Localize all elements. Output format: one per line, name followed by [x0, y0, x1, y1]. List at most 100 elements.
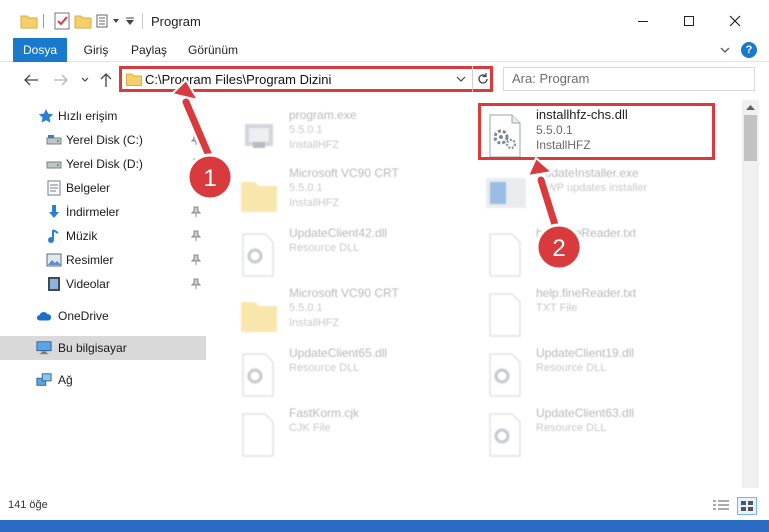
refresh-button[interactable] [472, 66, 493, 92]
file-name: UpdateClient63.dll [536, 406, 635, 420]
up-button[interactable] [96, 71, 116, 89]
window-title: Program [151, 14, 201, 29]
expand-ribbon-icon[interactable] [718, 43, 732, 57]
sidebar-item-downloads[interactable]: İndirmeler [0, 200, 206, 224]
sidebar-item-label: Yerel Disk (C:) [66, 133, 143, 147]
scroll-up-icon[interactable] [746, 104, 755, 110]
tab-share[interactable]: Paylaş [131, 38, 167, 62]
view-options-icon[interactable] [96, 12, 122, 30]
dll-gear-icon [237, 230, 281, 278]
network-icon [36, 372, 52, 388]
pin-icon [190, 158, 202, 170]
back-button[interactable] [20, 71, 42, 89]
search-input[interactable] [512, 71, 742, 86]
file-name: Microsoft VC90 CRT [289, 286, 399, 300]
scrollbar-thumb[interactable] [744, 115, 757, 161]
list-item[interactable]: UpdateClient19.dll Resource DLL [484, 346, 720, 402]
address-bar[interactable]: C:\Program Files\Program Dizini [119, 66, 493, 92]
drive-icon [46, 132, 62, 148]
large-icons-view-icon[interactable] [737, 497, 757, 515]
new-folder-icon[interactable] [74, 12, 92, 30]
sidebar-item-label: Resimler [66, 253, 114, 267]
download-icon [46, 204, 62, 220]
quick-access-separator [43, 12, 45, 30]
file-company: InstallHFZ [289, 139, 340, 151]
title-bar: Program [0, 0, 769, 40]
sidebar-item-local-disk-c[interactable]: Yerel Disk (C:) [0, 128, 206, 152]
drive-icon [46, 156, 62, 172]
sidebar-item-videos[interactable]: Videolar [0, 272, 206, 296]
chevron-down-icon[interactable] [455, 73, 467, 85]
sidebar-item-local-disk-d[interactable]: Yerel Disk (D:) [0, 152, 206, 176]
pin-icon [190, 254, 202, 266]
pin-icon [190, 230, 202, 242]
list-item[interactable]: UpdateClient42.dll Resource DLL [237, 226, 473, 282]
file-description: Resource DLL [289, 362, 360, 374]
recent-locations-button[interactable] [78, 71, 92, 89]
tab-home[interactable]: Giriş [82, 38, 110, 62]
folder-icon [126, 73, 142, 86]
address-path[interactable]: C:\Program Files\Program Dizini [145, 72, 331, 87]
search-box[interactable] [503, 67, 755, 91]
folder-icon [237, 290, 281, 338]
folder-icon [237, 170, 281, 218]
sidebar-item-label: Müzik [66, 229, 98, 243]
pin-icon [190, 182, 202, 194]
list-item[interactable]: Microsoft VC90 CRT 5.5.0.1 InstallHFZ [237, 166, 473, 222]
videos-icon [46, 276, 62, 292]
tab-view[interactable]: Görünüm [188, 38, 238, 62]
list-item[interactable]: UpdateClient63.dll Resource DLL [484, 406, 720, 462]
close-button[interactable] [716, 8, 754, 34]
sidebar-item-music[interactable]: Müzik [0, 224, 206, 248]
title-divider [142, 13, 143, 29]
generic-file-icon [237, 410, 281, 458]
ribbon-tabs: Dosya Giriş Paylaş Görünüm ? [0, 38, 769, 62]
sidebar-item-pictures[interactable]: Resimler [0, 248, 206, 272]
dll-gear-icon [237, 350, 281, 398]
list-item[interactable]: UpdateInstaller.exe WWP updates installe… [484, 166, 720, 222]
file-company: InstallHFZ [289, 317, 340, 329]
file-description: CJK File [289, 422, 331, 434]
sidebar-item-label: Bu bilgisayar [58, 341, 127, 355]
star-icon [38, 108, 54, 124]
file-name: UpdateClient19.dll [536, 346, 635, 360]
vertical-scrollbar[interactable] [742, 100, 759, 488]
details-view-icon[interactable] [712, 498, 730, 514]
folder-icon[interactable] [20, 12, 38, 30]
help-icon[interactable]: ? [741, 42, 757, 58]
list-item[interactable]: Microsoft VC90 CRT 5.5.0.1 InstallHFZ [237, 286, 473, 342]
exe-icon [237, 112, 281, 160]
sidebar-item-documents[interactable]: Belgeler [0, 176, 206, 200]
list-item[interactable]: FastKorm.cjk CJK File [237, 406, 473, 462]
properties-icon[interactable] [54, 12, 70, 30]
installer-icon [484, 170, 528, 218]
list-item[interactable]: UpdateClient65.dll Resource DLL [237, 346, 473, 402]
file-description: WWP updates installer [536, 182, 648, 194]
sidebar-item-this-pc[interactable]: Bu bilgisayar [0, 336, 206, 360]
sidebar-item-label: Yerel Disk (D:) [66, 157, 143, 171]
sidebar-item-network[interactable]: Ağ [0, 368, 206, 392]
file-version: 5.5.0.1 [289, 302, 323, 314]
tab-file[interactable]: Dosya [13, 38, 67, 62]
file-name: help.fineReader.txt [536, 286, 637, 300]
forward-button[interactable] [50, 71, 72, 89]
file-description: TXT File [536, 242, 578, 254]
item-count: 141 öğe [8, 499, 48, 511]
pin-icon [190, 278, 202, 290]
file-description: Resource DLL [289, 242, 360, 254]
text-file-icon [484, 290, 528, 338]
file-name: UpdateClient65.dll [289, 346, 388, 360]
list-item[interactable]: help.fineReader.txt TXT File [484, 286, 720, 342]
maximize-button[interactable] [670, 8, 708, 34]
file-name: help.fineReader.txt [536, 226, 637, 240]
minimize-button[interactable] [624, 8, 662, 34]
sidebar-item-label: Belgeler [66, 181, 111, 195]
customize-toolbar-icon[interactable] [124, 12, 136, 30]
list-item[interactable]: help.fineReader.txt TXT File [484, 226, 720, 282]
list-item[interactable]: program.exe 5.5.0.1 InstallHFZ [237, 108, 473, 164]
text-file-icon [484, 230, 528, 278]
sidebar-item-onedrive[interactable]: OneDrive [0, 304, 206, 328]
sidebar-item-label: Videolar [66, 277, 110, 291]
file-highlight-box [478, 103, 715, 160]
sidebar-item-quick-access[interactable]: Hızlı erişim [0, 104, 206, 128]
